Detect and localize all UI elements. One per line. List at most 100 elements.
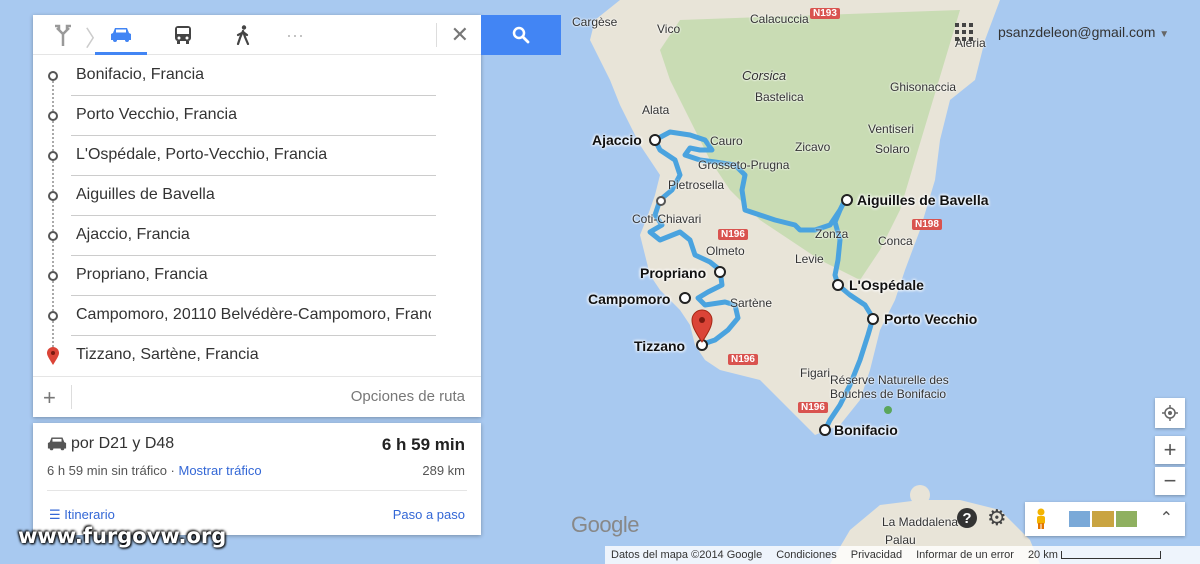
map-label-ghisonaccia: Ghisonaccia bbox=[890, 80, 957, 94]
map-waypoint-label-porto-vecchio[interactable]: Porto Vecchio bbox=[884, 311, 977, 327]
map-label-cargese: Cargèse bbox=[572, 15, 618, 29]
map-label-n193: N193 bbox=[810, 8, 840, 19]
map-label-coti: Coti-Chiavari bbox=[632, 212, 702, 226]
map-data-credit: Datos del mapa ©2014 Google bbox=[611, 549, 763, 561]
waypoint-marker-small bbox=[656, 196, 666, 206]
waypoint-marker-campomoro bbox=[679, 292, 691, 304]
satellite-thumbnail[interactable] bbox=[1069, 511, 1091, 527]
more-modes-tab[interactable]: ··· bbox=[269, 15, 321, 55]
map-waypoint-label-ajaccio[interactable]: Ajaccio bbox=[592, 132, 642, 148]
map-label-bastelica: Bastelica bbox=[755, 90, 804, 104]
map-label-zonza: Zonza bbox=[815, 227, 849, 241]
report-error-link[interactable]: Informar de un error bbox=[916, 549, 1014, 561]
map-label-ventiseri: Ventiseri bbox=[868, 122, 915, 136]
map-label-solaro: Solaro bbox=[875, 142, 910, 156]
waypoint-row[interactable]: Porto Vecchio, Francia bbox=[33, 96, 481, 151]
map-waypoint-label-bavella[interactable]: Aiguilles de Bavella bbox=[857, 192, 989, 208]
waypoint-row[interactable]: Ajaccio, Francia bbox=[33, 216, 481, 271]
waypoint-input[interactable]: Propriano, Francia bbox=[76, 266, 431, 284]
layers-panel: ⌃ bbox=[1025, 502, 1185, 536]
car-mode-tab[interactable] bbox=[95, 15, 147, 55]
search-button[interactable] bbox=[481, 15, 561, 55]
pegman-icon[interactable] bbox=[1033, 508, 1049, 530]
map-label-grosseto: Grosseto-Prugna bbox=[698, 158, 790, 172]
add-separator bbox=[71, 385, 72, 409]
map-label-vico: Vico bbox=[657, 22, 681, 36]
walk-mode-tab[interactable] bbox=[217, 15, 269, 55]
waypoint-marker-ospedale bbox=[832, 279, 844, 291]
waypoint-dot-icon bbox=[48, 311, 58, 321]
bus-icon bbox=[175, 26, 191, 44]
waypoint-marker-bavella bbox=[841, 194, 853, 206]
map-label-n196-a: N196 bbox=[718, 229, 748, 240]
map-label-zicavo: Zicavo bbox=[795, 140, 831, 154]
map-waypoint-label-ospedale[interactable]: L'Ospédale bbox=[849, 277, 924, 293]
map-waypoint-label-propriano[interactable]: Propriano bbox=[640, 265, 706, 281]
map-label-alata: Alata bbox=[642, 103, 670, 117]
map-label-n198: N198 bbox=[912, 219, 942, 230]
my-location-button[interactable] bbox=[1155, 398, 1185, 428]
waypoint-row[interactable]: Propriano, Francia bbox=[33, 256, 481, 311]
waypoint-input[interactable]: Porto Vecchio, Francia bbox=[76, 106, 431, 124]
route-mode-tab[interactable] bbox=[37, 15, 89, 55]
settings-button[interactable]: ⚙ bbox=[987, 505, 1007, 531]
zoom-out-button[interactable]: − bbox=[1155, 467, 1185, 495]
minus-icon: − bbox=[1163, 468, 1177, 493]
add-destination-button[interactable]: + bbox=[43, 385, 56, 411]
waypoint-dot-icon bbox=[48, 231, 58, 241]
scale-label: 20 km bbox=[1027, 549, 1058, 561]
destination-pin-icon bbox=[47, 347, 59, 365]
waypoint-marker-propriano bbox=[714, 266, 726, 278]
waypoint-input[interactable]: Bonifacio, Francia bbox=[76, 66, 431, 84]
waypoint-row[interactable]: Campomoro, 20110 Belvédère-Campomoro, Fr… bbox=[33, 296, 481, 351]
waypoint-input[interactable]: Campomoro, 20110 Belvédère-Campomoro, Fr… bbox=[76, 306, 431, 324]
route-result-card[interactable]: por D21 y D48 6 h 59 min 6 h 59 min sin … bbox=[33, 423, 481, 535]
step-by-step-link[interactable]: Paso a paso bbox=[393, 507, 465, 522]
route-traffic-info: 6 h 59 min sin tráfico · Mostrar tráfico bbox=[47, 463, 262, 478]
waypoint-input[interactable]: L'Ospédale, Porto-Vecchio, Francia bbox=[76, 146, 431, 164]
earth-thumbnail[interactable] bbox=[1115, 511, 1137, 527]
waypoint-row[interactable]: Aiguilles de Bavella bbox=[33, 176, 481, 231]
layer-thumbnails bbox=[1069, 511, 1137, 527]
privacy-link[interactable]: Privacidad bbox=[851, 549, 902, 561]
gear-icon: ⚙ bbox=[987, 505, 1007, 530]
account-email: psanzdeleon@gmail.com bbox=[998, 24, 1156, 40]
transit-mode-tab[interactable] bbox=[157, 15, 209, 55]
scale-indicator[interactable]: 20 km bbox=[1028, 549, 1161, 561]
close-directions-button[interactable]: ✕ bbox=[451, 23, 469, 47]
route-distance: 289 km bbox=[422, 463, 465, 478]
directions-panel: 〉 ··· ✕ Bonifacio, Francia Porto Vecchio,… bbox=[33, 15, 481, 417]
itinerary-link[interactable]: ☰ Itinerario bbox=[49, 507, 115, 523]
travel-mode-bar: 〉 ··· ✕ bbox=[33, 15, 481, 55]
location-target-icon bbox=[1162, 405, 1178, 421]
zoom-in-button[interactable]: + bbox=[1155, 436, 1185, 464]
waypoint-row[interactable]: L'Ospédale, Porto-Vecchio, Francia bbox=[33, 136, 481, 191]
watermark-text: www.furgovw.org bbox=[18, 524, 227, 548]
waypoint-dot-icon bbox=[48, 151, 58, 161]
waypoint-input[interactable]: Tizzano, Sartène, Francia bbox=[76, 346, 431, 364]
terms-link[interactable]: Condiciones bbox=[776, 549, 837, 561]
map-label-maddalena: La Maddalena bbox=[882, 515, 959, 529]
show-traffic-link[interactable]: Mostrar tráfico bbox=[179, 463, 262, 478]
list-icon: ☰ bbox=[49, 507, 65, 522]
waypoint-row[interactable]: Tizzano, Sartène, Francia bbox=[33, 336, 481, 376]
route-options-link[interactable]: Opciones de ruta bbox=[351, 388, 465, 405]
map-waypoint-label-campomoro[interactable]: Campomoro bbox=[588, 291, 670, 307]
waypoint-row[interactable]: Bonifacio, Francia bbox=[33, 56, 481, 111]
waypoint-input[interactable]: Aiguilles de Bavella bbox=[76, 186, 431, 204]
map-label-figari: Figari bbox=[800, 366, 831, 380]
waypoint-dot-icon bbox=[48, 191, 58, 201]
expand-layers-button[interactable]: ⌃ bbox=[1160, 508, 1173, 528]
map-waypoint-label-tizzano[interactable]: Tizzano bbox=[634, 338, 685, 354]
help-button[interactable]: ? bbox=[957, 508, 977, 528]
apps-grid-icon[interactable] bbox=[955, 23, 973, 41]
turn-arrows-icon bbox=[55, 24, 71, 46]
map-label-cauro: Cauro bbox=[710, 134, 743, 148]
route-no-traffic-time: 6 h 59 min sin tráfico · bbox=[47, 463, 179, 478]
waypoint-dot-icon bbox=[48, 111, 58, 121]
waypoint-input[interactable]: Ajaccio, Francia bbox=[76, 226, 431, 244]
account-menu[interactable]: psanzdeleon@gmail.com ▼ bbox=[998, 24, 1169, 40]
terrain-thumbnail[interactable] bbox=[1092, 511, 1114, 527]
map-waypoint-label-bonifacio[interactable]: Bonifacio bbox=[834, 422, 898, 438]
map-label-pietrosella: Pietrosella bbox=[668, 178, 725, 192]
